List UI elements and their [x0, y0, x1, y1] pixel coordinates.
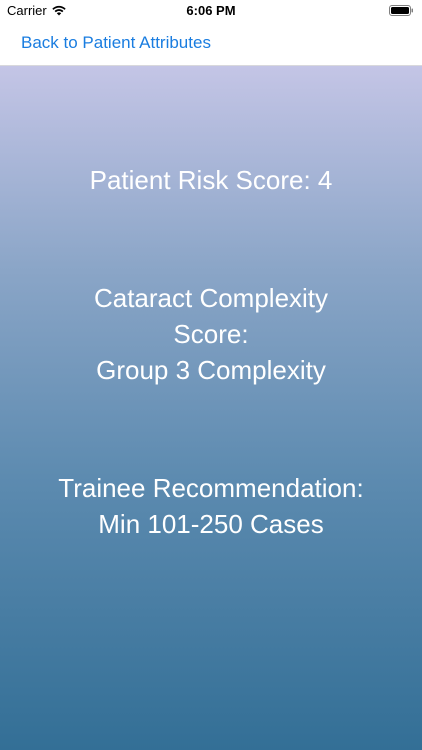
trainee-recommendation: Trainee Recommendation: Min 101-250 Case…: [20, 470, 402, 542]
navigation-bar: Back to Patient Attributes: [0, 22, 422, 66]
back-to-patient-attributes-button[interactable]: Back to Patient Attributes: [21, 33, 211, 53]
complexity-line-3: Group 3 Complexity: [96, 355, 326, 385]
app-screen: Carrier 6:06 PM Back to Patient Attribut…: [0, 0, 422, 750]
status-bar: Carrier 6:06 PM: [0, 0, 422, 22]
battery-icon: [389, 5, 413, 16]
results-panel: Patient Risk Score: 4 Cataract Complexit…: [0, 66, 422, 750]
trainee-line-1: Trainee Recommendation:: [58, 473, 364, 503]
trainee-line-2: Min 101-250 Cases: [98, 509, 324, 539]
cataract-complexity-score: Cataract Complexity Score: Group 3 Compl…: [20, 280, 402, 388]
complexity-line-1: Cataract Complexity: [93, 283, 329, 313]
patient-risk-score: Patient Risk Score: 4: [20, 162, 402, 198]
complexity-line-2: Score:: [173, 319, 249, 349]
patient-risk-score-text: Patient Risk Score: 4: [89, 165, 333, 195]
status-time: 6:06 PM: [186, 3, 236, 18]
